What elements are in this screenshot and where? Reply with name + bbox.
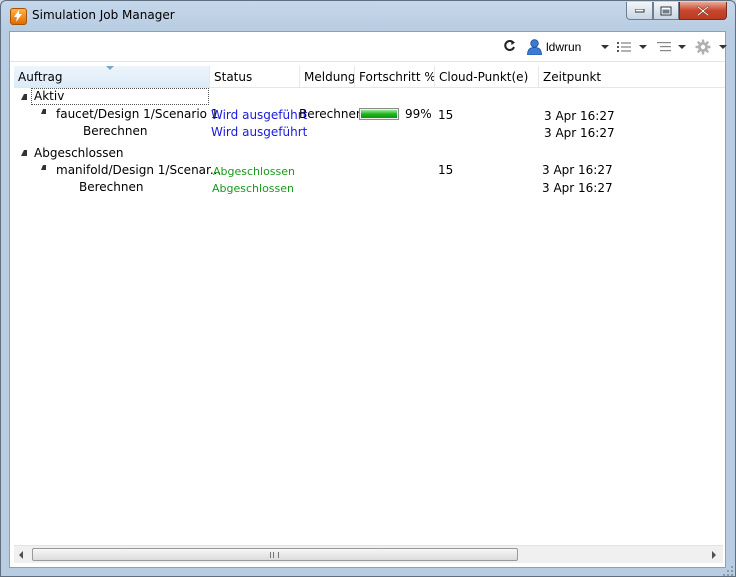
timestamp: 3 Apr 16:27 [544, 126, 615, 140]
job-manager-panel: ldwrun Auftrag Status Meldung Fortschrit… [9, 31, 727, 568]
column-header: Auftrag Status Meldung Fortschritt % Clo… [14, 66, 725, 88]
progress-label: 99% [405, 107, 432, 121]
expand-arrow-icon[interactable] [41, 165, 46, 170]
group-label: Aktiv [34, 89, 65, 103]
task-name: Berechnen [79, 180, 144, 194]
user-menu[interactable]: ldwrun [527, 39, 609, 56]
tree-view-icon [657, 42, 671, 52]
chevron-down-icon [639, 45, 647, 49]
cloud-points: 15 [438, 108, 454, 122]
horizontal-scrollbar[interactable] [14, 545, 723, 563]
refresh-button[interactable] [503, 39, 517, 55]
scroll-left-icon[interactable] [19, 551, 23, 559]
column-header-auftrag[interactable]: Auftrag [14, 66, 210, 87]
scrollbar-thumb[interactable] [32, 548, 518, 561]
column-header-meldung[interactable]: Meldung [300, 66, 355, 87]
close-button[interactable] [679, 2, 727, 20]
app-icon [10, 8, 27, 25]
refresh-icon [504, 40, 515, 51]
toolbar: ldwrun [10, 32, 727, 62]
toolbar-divider [10, 61, 725, 62]
task-name: Berechnen [83, 124, 148, 138]
minimize-button[interactable] [626, 2, 653, 20]
group-label: Abgeschlossen [34, 146, 124, 160]
grip-icon [270, 552, 279, 558]
progress-bar [359, 108, 399, 120]
progress-bar-fill [361, 110, 397, 118]
expand-arrow-icon[interactable] [21, 150, 27, 156]
resize-grip-icon[interactable] [723, 566, 733, 576]
list-view-button[interactable] [613, 39, 647, 55]
column-label: Auftrag [18, 70, 63, 84]
settings-button[interactable] [691, 39, 727, 55]
column-header-zeitpunkt[interactable]: Zeitpunkt [539, 66, 725, 87]
column-label: Fortschritt % [359, 70, 435, 84]
status-text: Abgeschlossen [212, 182, 294, 195]
expand-arrow-icon[interactable] [41, 109, 46, 114]
chevron-down-icon [678, 45, 686, 49]
column-header-cloud[interactable]: Cloud-Punkt(e) [435, 66, 539, 87]
timestamp: 3 Apr 16:27 [544, 109, 615, 123]
sort-indicator-icon [106, 66, 114, 70]
title-bar[interactable]: Simulation Job Manager [1, 1, 735, 31]
chevron-down-icon [719, 45, 727, 49]
column-header-fortschritt[interactable]: Fortschritt % [355, 66, 435, 87]
user-name: ldwrun [546, 40, 582, 54]
scroll-right-icon[interactable] [712, 551, 716, 559]
column-label: Cloud-Punkt(e) [439, 70, 529, 84]
close-icon [697, 5, 709, 16]
timestamp: 3 Apr 16:27 [542, 163, 613, 177]
status-text: Wird ausgeführt [211, 108, 308, 122]
job-name: faucet/Design 1/Scenario 1 [56, 107, 219, 121]
status-text: Abgeschlossen [213, 165, 295, 178]
expand-arrow-icon[interactable] [21, 94, 27, 100]
column-label: Status [214, 70, 253, 84]
column-label: Meldung [304, 70, 355, 84]
maximize-button[interactable] [653, 2, 679, 20]
message-text: Berechnen [299, 107, 364, 121]
app-window: Simulation Job Manager ldwrun Auftrag St… [0, 0, 736, 577]
user-icon [527, 39, 542, 56]
gear-icon [695, 39, 711, 55]
timestamp: 3 Apr 16:27 [542, 181, 613, 195]
status-text: Wird ausgeführt [211, 125, 308, 139]
list-view-icon [617, 42, 631, 52]
column-header-status[interactable]: Status [210, 66, 300, 87]
tree-view-button[interactable] [652, 39, 686, 55]
maximize-icon [660, 6, 672, 15]
window-title: Simulation Job Manager [32, 8, 175, 22]
job-name: manifold/Design 1/Scenar... [56, 163, 222, 177]
minimize-icon [634, 8, 644, 12]
column-label: Zeitpunkt [543, 70, 602, 84]
chevron-down-icon [601, 45, 609, 49]
cloud-points: 15 [438, 163, 454, 177]
